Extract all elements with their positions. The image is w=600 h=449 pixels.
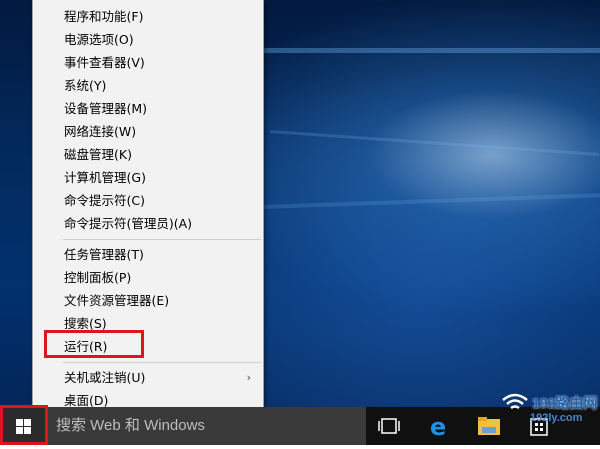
- menu-item-computer-management[interactable]: 计算机管理(G): [33, 166, 263, 189]
- menu-item-label: 磁盘管理(K): [64, 147, 132, 162]
- watermark-brand: 192路由网: [532, 395, 598, 411]
- task-view-button[interactable]: [366, 407, 412, 445]
- menu-item-label: 程序和功能(F): [64, 9, 144, 24]
- run-highlight-annotation: [44, 330, 144, 358]
- search-placeholder: 搜索 Web 和 Windows: [56, 417, 205, 434]
- edge-button[interactable]: e: [416, 407, 462, 445]
- light-beam: [261, 193, 600, 209]
- menu-item-disk-management[interactable]: 磁盘管理(K): [33, 143, 263, 166]
- menu-item-label: 设备管理器(M): [64, 101, 148, 116]
- menu-item-system[interactable]: 系统(Y): [33, 74, 263, 97]
- menu-item-control-panel[interactable]: 控制面板(P): [33, 266, 263, 289]
- menu-item-power-options[interactable]: 电源选项(O): [33, 28, 263, 51]
- menu-item-label: 控制面板(P): [64, 270, 132, 285]
- menu-item-label: 事件查看器(V): [64, 55, 145, 70]
- menu-item-label: 关机或注销(U): [64, 370, 146, 385]
- menu-item-shutdown-signout[interactable]: 关机或注销(U) ›: [33, 366, 263, 389]
- wifi-logo-icon: [502, 393, 528, 410]
- svg-text:e: e: [430, 413, 446, 441]
- watermark-url: 192ly.com: [530, 412, 583, 424]
- menu-item-device-manager[interactable]: 设备管理器(M): [33, 97, 263, 120]
- search-box[interactable]: 搜索 Web 和 Windows: [48, 407, 366, 445]
- chevron-right-icon: ›: [246, 371, 251, 384]
- menu-item-command-prompt-admin[interactable]: 命令提示符(管理员)(A): [33, 212, 263, 235]
- menu-separator: [63, 239, 261, 240]
- menu-item-label: 电源选项(O): [64, 32, 134, 47]
- light-beam: [269, 130, 600, 157]
- menu-item-command-prompt[interactable]: 命令提示符(C): [33, 189, 263, 212]
- light-beam: [262, 48, 600, 53]
- menu-item-label: 任务管理器(T): [64, 247, 144, 262]
- menu-item-label: 网络连接(W): [64, 124, 137, 139]
- menu-item-label: 文件资源管理器(E): [64, 293, 170, 308]
- menu-item-event-viewer[interactable]: 事件查看器(V): [33, 51, 263, 74]
- start-highlight-annotation: [0, 405, 48, 445]
- menu-item-label: 命令提示符(C): [64, 193, 145, 208]
- edge-browser-icon: e: [430, 413, 446, 441]
- menu-item-label: 计算机管理(G): [64, 170, 146, 185]
- menu-item-label: 命令提示符(管理员)(A): [64, 216, 193, 231]
- watermark: 192路由网 192ly.com: [500, 386, 600, 426]
- task-view-icon: [378, 418, 400, 434]
- menu-separator: [63, 362, 261, 363]
- menu-item-network-connections[interactable]: 网络连接(W): [33, 120, 263, 143]
- menu-item-programs-features[interactable]: 程序和功能(F): [33, 5, 263, 28]
- menu-item-file-explorer[interactable]: 文件资源管理器(E): [33, 289, 263, 312]
- menu-item-task-manager[interactable]: 任务管理器(T): [33, 243, 263, 266]
- menu-item-label: 系统(Y): [64, 78, 107, 93]
